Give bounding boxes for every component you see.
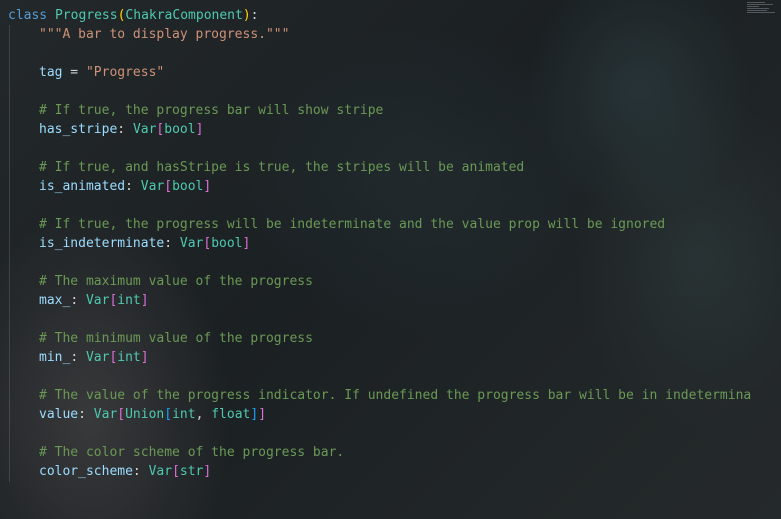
- code-token-brk: ]: [203, 179, 212, 194]
- code-token-cmt: # If true, the progress bar will show st…: [39, 103, 384, 118]
- code-token-brk: [: [164, 179, 173, 194]
- code-line[interactable]: """A bar to display progress.""": [8, 25, 781, 44]
- code-line[interactable]: # The minimum value of the progress: [8, 329, 781, 348]
- code-line[interactable]: min_: Var[int]: [8, 348, 781, 367]
- code-token-op: [47, 8, 55, 23]
- code-token-type: Var: [93, 407, 118, 422]
- code-line[interactable]: tag = "Progress": [8, 63, 781, 82]
- code-line[interactable]: # If true, the progress bar will show st…: [8, 101, 781, 120]
- code-token-op: :: [78, 407, 94, 422]
- code-token-brk2: ]: [250, 407, 259, 422]
- code-line[interactable]: color_scheme: Var[str]: [8, 462, 781, 481]
- code-token-op: :: [250, 8, 259, 23]
- code-token-op: :: [70, 350, 86, 365]
- code-token-op: :: [164, 236, 180, 251]
- code-token-str: """A bar to display progress.""": [39, 27, 290, 42]
- code-token-brk: ]: [242, 236, 251, 251]
- code-token-cmt: # The value of the progress indicator. I…: [39, 388, 752, 403]
- code-line[interactable]: # The value of the progress indicator. I…: [8, 386, 781, 405]
- code-line[interactable]: value: Var[Union[int, float]]: [8, 405, 781, 424]
- code-token-id: value: [39, 407, 79, 422]
- code-token-type: str: [179, 464, 204, 479]
- code-line[interactable]: max_: Var[int]: [8, 291, 781, 310]
- code-line[interactable]: [8, 139, 781, 158]
- code-token-brk2: [: [164, 407, 173, 422]
- code-line[interactable]: [8, 310, 781, 329]
- code-token-id: min_: [39, 350, 71, 365]
- minimap[interactable]: [747, 2, 777, 24]
- code-token-id: is_animated: [39, 179, 126, 194]
- code-token-id: has_stripe: [39, 122, 118, 137]
- code-line[interactable]: # If true, and hasStripe is true, the st…: [8, 158, 781, 177]
- code-token-type: Var: [179, 236, 204, 251]
- code-token-type: bool: [164, 122, 196, 137]
- code-token-brk: ]: [195, 122, 204, 137]
- code-token-brk: ]: [258, 407, 267, 422]
- code-line[interactable]: # The color scheme of the progress bar.: [8, 443, 781, 462]
- code-token-type: int: [117, 293, 141, 308]
- code-token-cls: Progress: [54, 8, 118, 23]
- code-token-cmt: # If true, the progress will be indeterm…: [39, 217, 666, 232]
- code-token-id: tag: [39, 65, 63, 80]
- code-token-type: Var: [148, 464, 173, 479]
- code-token-cmt: # If true, and hasStripe is true, the st…: [39, 160, 525, 175]
- code-line[interactable]: # The maximum value of the progress: [8, 272, 781, 291]
- code-editor[interactable]: class Progress(ChakraComponent): """A bar…: [0, 0, 781, 519]
- code-token-op: :: [132, 464, 149, 479]
- code-token-id: color_scheme: [39, 464, 133, 479]
- code-token-brk: [: [172, 464, 180, 479]
- code-line[interactable]: [8, 82, 781, 101]
- code-token-type: float: [211, 407, 251, 422]
- code-token-str: "Progress": [85, 65, 165, 80]
- code-token-op: :: [70, 293, 86, 308]
- code-token-op: :: [117, 122, 133, 137]
- code-line[interactable]: [8, 44, 781, 63]
- code-token-brk: [: [117, 407, 126, 422]
- code-token-type: Var: [85, 350, 110, 365]
- code-token-type: Var: [85, 293, 110, 308]
- code-token-brk: ]: [203, 464, 212, 479]
- code-line[interactable]: has_stripe: Var[bool]: [8, 120, 781, 139]
- code-token-id: max_: [39, 293, 71, 308]
- code-token-kw: class: [8, 8, 48, 23]
- code-token-cmt: # The color scheme of the progress bar.: [39, 445, 345, 460]
- code-token-type: bool: [172, 179, 204, 194]
- code-token-type: int: [172, 407, 196, 422]
- code-token-op: =: [62, 65, 86, 80]
- code-token-type: Var: [140, 179, 165, 194]
- code-token-type: bool: [211, 236, 243, 251]
- code-token-type: int: [117, 350, 141, 365]
- code-line[interactable]: [8, 253, 781, 272]
- code-token-paren: ): [242, 8, 251, 23]
- code-token-cmt: # The minimum value of the progress: [39, 331, 313, 346]
- code-token-op: :: [125, 179, 141, 194]
- code-token-cmt: # The maximum value of the progress: [39, 274, 313, 289]
- code-line[interactable]: class Progress(ChakraComponent):: [8, 6, 781, 25]
- code-token-brk: ]: [140, 350, 149, 365]
- code-line[interactable]: is_indeterminate: Var[bool]: [8, 234, 781, 253]
- code-line[interactable]: # If true, the progress will be indeterm…: [8, 215, 781, 234]
- code-line[interactable]: [8, 196, 781, 215]
- code-line[interactable]: [8, 367, 781, 386]
- code-token-type: Union: [125, 407, 165, 422]
- code-line[interactable]: [8, 424, 781, 443]
- code-token-op: ,: [195, 407, 212, 422]
- code-token-brk: ]: [140, 293, 149, 308]
- code-lines[interactable]: class Progress(ChakraComponent): """A bar…: [8, 6, 781, 481]
- code-token-type: Var: [132, 122, 157, 137]
- code-line[interactable]: is_animated: Var[bool]: [8, 177, 781, 196]
- code-token-id: is_indeterminate: [39, 236, 165, 251]
- code-token-cls: ChakraComponent: [125, 8, 243, 23]
